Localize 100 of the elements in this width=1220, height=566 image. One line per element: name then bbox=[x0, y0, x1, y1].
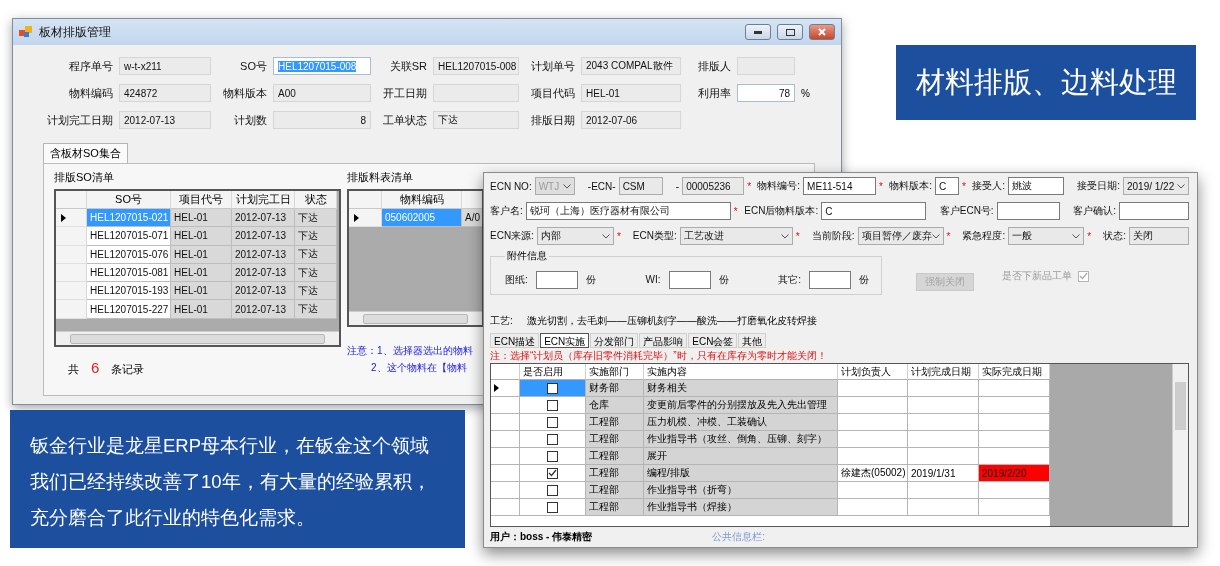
input-field[interactable]: 00005236 bbox=[682, 177, 745, 195]
input-field[interactable] bbox=[1118, 202, 1189, 220]
table-cell bbox=[908, 448, 979, 465]
tab[interactable]: 分发部门 bbox=[590, 333, 639, 348]
input-field[interactable] bbox=[535, 270, 578, 289]
table-cell: 050602005 bbox=[382, 209, 462, 228]
input-field[interactable]: C bbox=[935, 177, 960, 195]
scrollbar-thumb[interactable] bbox=[70, 333, 325, 344]
required-mark: * bbox=[1087, 230, 1093, 242]
tab[interactable]: ECN会签 bbox=[688, 333, 738, 348]
input-field[interactable]: 424872 bbox=[119, 84, 211, 102]
table-cell: 工程部 bbox=[586, 499, 644, 516]
row-header[interactable] bbox=[56, 209, 87, 228]
dropdown[interactable]: 项目暂停／废弃 bbox=[857, 227, 944, 245]
required-mark: * bbox=[733, 205, 739, 217]
row-pointer-icon bbox=[354, 213, 359, 222]
required-mark: * bbox=[946, 230, 952, 242]
field-label: 排版日期 bbox=[530, 112, 575, 128]
chevron-down-icon bbox=[1176, 183, 1185, 189]
input-field[interactable]: 2012-07-06 bbox=[581, 111, 681, 129]
scrollbar-thumb[interactable] bbox=[363, 313, 468, 324]
tab[interactable]: 含板材SO集合 bbox=[43, 143, 128, 163]
checkbox[interactable] bbox=[547, 382, 558, 394]
scrollbar[interactable] bbox=[1172, 364, 1188, 527]
warning-text: 注：选择“计划员（库存旧零件消耗完毕）”时，只有在库存为零时才能关闭！ bbox=[490, 349, 828, 363]
field-label: WI: bbox=[645, 274, 661, 285]
checkbox[interactable] bbox=[547, 450, 558, 462]
close-button[interactable] bbox=[809, 24, 835, 40]
tab[interactable]: ECN描述 bbox=[490, 333, 540, 348]
row-header[interactable] bbox=[349, 209, 382, 228]
input-field[interactable]: 锐珂（上海）医疗器材有限公司 bbox=[525, 202, 731, 220]
column-header: 计划完工日 bbox=[232, 191, 295, 209]
field-label: 客户名: bbox=[490, 204, 523, 218]
chevron-down-icon bbox=[601, 233, 610, 239]
table-cell bbox=[908, 397, 979, 414]
dropdown[interactable]: 2019/ 1/22 bbox=[1122, 177, 1189, 195]
field-label: ECN来源: bbox=[490, 229, 534, 243]
dropdown[interactable]: 内部 bbox=[536, 227, 614, 245]
field-label: 计划数 bbox=[233, 112, 267, 128]
field-label: 项目代码 bbox=[530, 85, 575, 101]
count-label: 条记录 bbox=[111, 362, 145, 377]
unit-label: 份 bbox=[585, 272, 596, 287]
table-cell: 财务相关 bbox=[644, 380, 838, 397]
input-field[interactable]: C bbox=[821, 202, 927, 220]
checkbox[interactable] bbox=[547, 416, 558, 428]
tab[interactable]: ECN实施 bbox=[540, 333, 590, 348]
table-cell: 下达 bbox=[295, 300, 337, 319]
table-cell: HEL-01 bbox=[171, 209, 232, 228]
input-field[interactable]: 2043 COMPAL散件 bbox=[581, 57, 681, 75]
input-field[interactable]: 姚波 bbox=[1008, 177, 1064, 195]
field-label: 工单状态 bbox=[382, 112, 427, 128]
input-field[interactable]: w-t-x211 bbox=[119, 57, 211, 75]
field-label: 开工日期 bbox=[382, 85, 427, 101]
tab[interactable]: 其他 bbox=[738, 333, 767, 348]
checkbox[interactable] bbox=[547, 484, 558, 496]
input-field[interactable]: 78 bbox=[737, 84, 795, 102]
maximize-button[interactable] bbox=[777, 24, 803, 40]
tab[interactable]: 产品影响 bbox=[639, 333, 688, 348]
column-header: 实施内容 bbox=[644, 364, 838, 380]
field-label: 其它: bbox=[778, 272, 801, 287]
input-field[interactable]: 2012-07-13 bbox=[119, 111, 211, 129]
minimize-button[interactable] bbox=[745, 24, 771, 40]
table-cell: 下达 bbox=[295, 227, 337, 246]
input-field[interactable] bbox=[668, 270, 711, 289]
table-cell: HEL-01 bbox=[171, 227, 232, 246]
input-field[interactable]: 下达 bbox=[433, 111, 519, 129]
input-field[interactable] bbox=[809, 270, 851, 289]
input-field[interactable]: A00 bbox=[273, 84, 371, 102]
row-header[interactable] bbox=[491, 380, 520, 397]
group-title: 附件信息 bbox=[506, 249, 548, 263]
field-label: 接受日期: bbox=[1077, 179, 1120, 193]
table-cell: 工程部 bbox=[586, 414, 644, 431]
checkbox[interactable] bbox=[547, 467, 558, 479]
input-field[interactable]: CSM bbox=[618, 177, 663, 195]
table-cell: 财务部 bbox=[586, 380, 644, 397]
dropdown[interactable]: 工艺改进 bbox=[679, 227, 793, 245]
input-field[interactable]: 关闭 bbox=[1128, 227, 1189, 245]
field-label: 紧急程度: bbox=[962, 229, 1006, 243]
checkbox[interactable] bbox=[547, 433, 558, 445]
field-label: 状态: bbox=[1103, 229, 1126, 243]
input-field[interactable]: HEL-01 bbox=[581, 84, 681, 102]
scrollbar-thumb[interactable] bbox=[1175, 382, 1186, 430]
field-label: 工艺: bbox=[490, 314, 513, 328]
table-cell: 展开 bbox=[644, 448, 838, 465]
table-cell bbox=[908, 499, 979, 516]
checkbox[interactable] bbox=[547, 399, 558, 411]
input-field[interactable]: ME11-514 bbox=[803, 177, 877, 195]
table-cell: HEL-01 bbox=[171, 282, 232, 301]
scrollbar[interactable] bbox=[56, 331, 339, 345]
checkbox[interactable] bbox=[547, 501, 558, 513]
table-cell: HEL1207015-193 bbox=[87, 282, 171, 301]
dropdown[interactable]: 一般 bbox=[1008, 227, 1085, 245]
input-field[interactable]: HEL1207015-008 bbox=[433, 57, 519, 75]
scrollbar[interactable] bbox=[349, 311, 482, 325]
input-field[interactable]: 8 bbox=[273, 111, 371, 129]
column-header: SO号 bbox=[87, 191, 171, 209]
input-field[interactable] bbox=[996, 202, 1060, 220]
table-cell: 2019/1/31 bbox=[908, 465, 979, 482]
table-cell bbox=[838, 414, 908, 431]
process-text: 激光切割，去毛刺——压铆机刻字——酸洗——打磨氧化皮转焊接 bbox=[526, 314, 817, 328]
